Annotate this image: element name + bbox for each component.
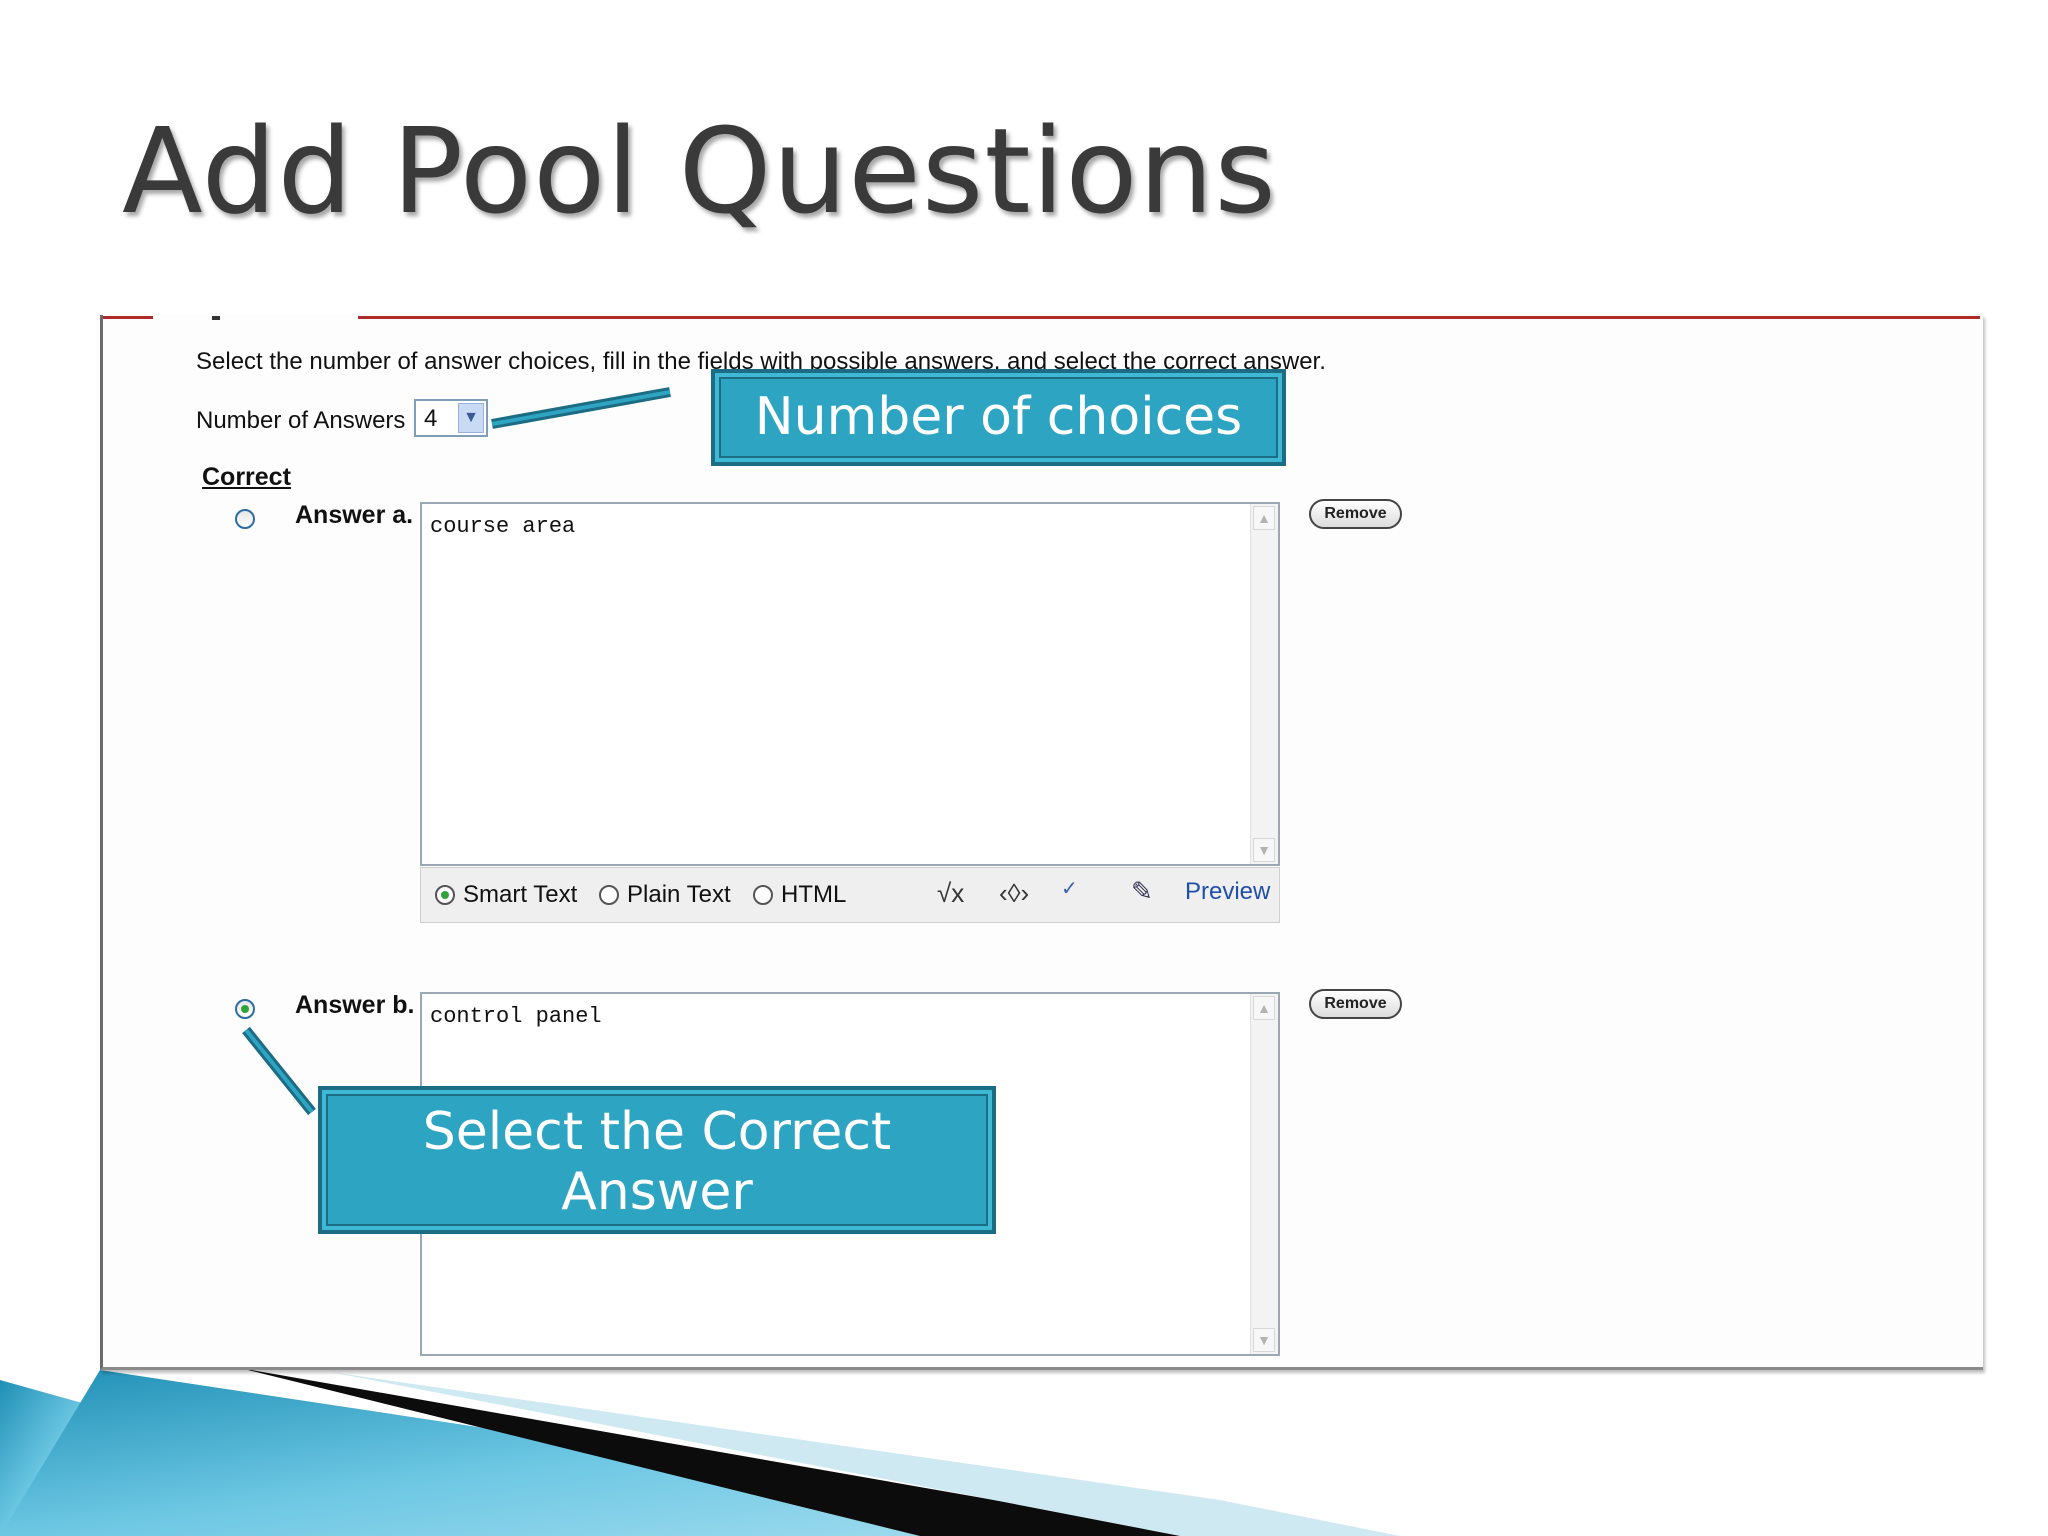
correct-connector-line: [242, 1026, 316, 1116]
callout-select-correct-answer: Select the Correct Answer: [318, 1086, 996, 1234]
callout-number-of-choices: Number of choices: [711, 369, 1286, 466]
choices-connector-line: [491, 387, 671, 429]
callout-connectors: [242, 387, 671, 1116]
